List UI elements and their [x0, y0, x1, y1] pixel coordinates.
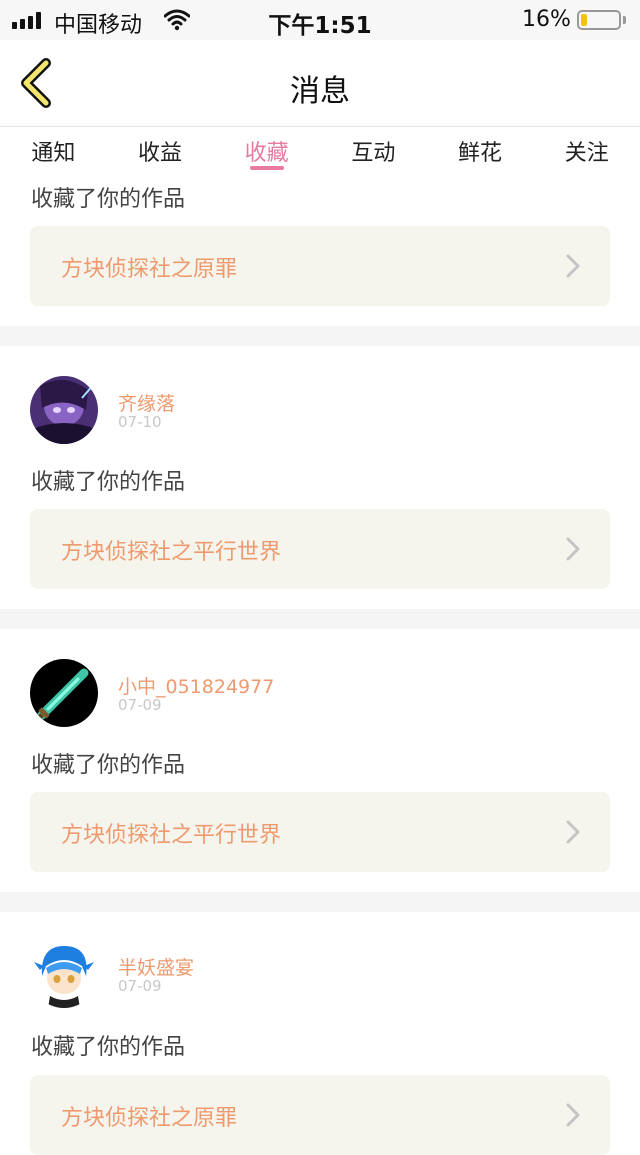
tab-flowers[interactable]: 鲜花	[427, 127, 534, 175]
tab-follows[interactable]: 关注	[533, 127, 640, 175]
battery-percent: 16%	[522, 7, 571, 32]
divider	[0, 892, 640, 912]
active-tab-indicator	[249, 166, 284, 170]
work-title: 方块侦探社之平行世界	[61, 823, 282, 848]
chevron-right-icon	[566, 254, 580, 278]
chevron-right-icon	[566, 537, 580, 561]
tab-earnings[interactable]: 收益	[107, 127, 214, 175]
action-text: 收藏了你的作品	[31, 753, 186, 778]
battery-tip	[623, 16, 626, 24]
tab-notifications[interactable]: 通知	[0, 127, 107, 175]
tab-favorites[interactable]: 收藏	[213, 127, 320, 175]
date: 07-10	[118, 413, 162, 431]
tab-label: 收藏	[244, 141, 289, 166]
work-card[interactable]: 方块侦探社之平行世界	[30, 792, 610, 872]
battery-icon	[577, 10, 621, 30]
divider	[0, 609, 640, 629]
action-text: 收藏了你的作品	[31, 1035, 186, 1060]
action-text: 收藏了你的作品	[31, 187, 186, 212]
avatar[interactable]	[30, 376, 98, 444]
tab-label: 互动	[351, 141, 396, 166]
work-card[interactable]: 方块侦探社之平行世界	[30, 509, 610, 589]
tab-label: 关注	[564, 141, 609, 166]
work-title: 方块侦探社之平行世界	[61, 540, 282, 565]
chevron-right-icon	[566, 1103, 580, 1127]
action-text: 收藏了你的作品	[31, 470, 186, 495]
date: 07-09	[118, 977, 162, 995]
avatar-image	[30, 940, 98, 1008]
tab-label: 通知	[31, 141, 76, 166]
avatar-image	[30, 659, 98, 727]
chevron-right-icon	[566, 820, 580, 844]
nav-bar: 消息	[0, 40, 640, 127]
work-card[interactable]: 方块侦探社之原罪	[30, 226, 610, 306]
username[interactable]: 小中_051824977	[118, 672, 274, 699]
status-bar: 中国移动 下午1:51 16%	[0, 0, 640, 40]
tab-label: 鲜花	[458, 141, 503, 166]
work-title: 方块侦探社之原罪	[61, 1106, 238, 1131]
avatar[interactable]	[30, 940, 98, 1008]
tab-bar: 通知 收益 收藏 互动 鲜花 关注	[0, 127, 640, 175]
work-card[interactable]: 方块侦探社之原罪	[30, 1075, 610, 1155]
date: 07-09	[118, 696, 162, 714]
page-title: 消息	[290, 74, 350, 109]
work-title: 方块侦探社之原罪	[61, 257, 238, 282]
avatar-image	[30, 376, 98, 444]
username[interactable]: 齐缘落	[118, 389, 175, 416]
avatar[interactable]	[30, 659, 98, 727]
tab-label: 收益	[138, 141, 183, 166]
divider	[0, 326, 640, 346]
battery-level-fill	[581, 14, 587, 26]
tab-interactions[interactable]: 互动	[320, 127, 427, 175]
username[interactable]: 半妖盛宴	[118, 953, 194, 980]
